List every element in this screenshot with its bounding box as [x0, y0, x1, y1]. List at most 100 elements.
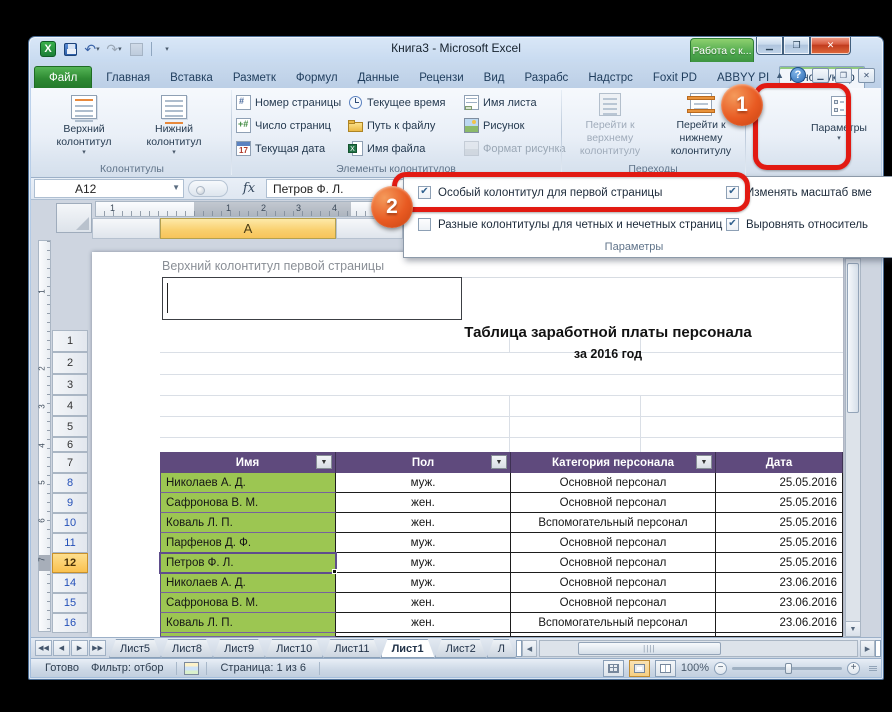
- cell-sex[interactable]: муж.: [336, 553, 511, 573]
- element-button-file-path[interactable]: Путь к файлу: [348, 116, 435, 135]
- normal-view-button[interactable]: [603, 660, 624, 677]
- help-icon[interactable]: ?: [790, 67, 806, 83]
- row-header-7[interactable]: 7: [52, 452, 88, 473]
- sheet-tab-лист1[interactable]: Лист1: [381, 639, 435, 658]
- go-to-header-button[interactable]: Перейти к верхнему колонтитулу: [564, 92, 656, 158]
- cell-date[interactable]: 23.06.2016: [716, 613, 843, 633]
- cell-sex[interactable]: муж.: [336, 473, 511, 493]
- tab-рецензи[interactable]: Рецензи: [409, 66, 473, 88]
- cell-category[interactable]: Основной персонал: [511, 593, 716, 613]
- sheet-tab-лист9[interactable]: Лист9: [213, 639, 265, 658]
- tab-вид[interactable]: Вид: [474, 66, 515, 88]
- checkbox-align-with-margins[interactable]: Выровнять относитель: [726, 218, 868, 231]
- row-header-6[interactable]: 6: [52, 437, 88, 452]
- chevron-down-icon[interactable]: ▼: [172, 183, 180, 192]
- tab-разметк[interactable]: Разметк: [223, 66, 286, 88]
- scroll-down-button[interactable]: ▼: [846, 621, 860, 636]
- table-column-header-3[interactable]: Категория персонала▼: [511, 452, 716, 473]
- header-button[interactable]: Верхний колонтитул ▾: [44, 92, 124, 158]
- sheet-tab-лист10[interactable]: Лист10: [265, 639, 323, 658]
- element-button-current-date[interactable]: 17Текущая дата: [236, 139, 325, 158]
- cell-sex[interactable]: жен.: [336, 613, 511, 633]
- table-column-header-2[interactable]: Пол▼: [336, 452, 511, 473]
- element-button-picture[interactable]: Рисунок: [464, 116, 525, 135]
- tab-формул[interactable]: Формул: [286, 66, 348, 88]
- row-header-8[interactable]: 8: [52, 473, 88, 493]
- cell-date[interactable]: 23.06.2016: [716, 573, 843, 593]
- tab-данные[interactable]: Данные: [348, 66, 410, 88]
- zoom-slider[interactable]: [732, 667, 842, 670]
- row-header-2[interactable]: 2: [52, 352, 88, 374]
- scrollbar-thumb[interactable]: ||||: [578, 642, 721, 655]
- cell-sex[interactable]: жен.: [336, 493, 511, 513]
- element-button-page-number[interactable]: #Номер страницы: [236, 93, 341, 112]
- table-column-header-1[interactable]: Имя▼: [160, 452, 336, 473]
- workbook-restore-button[interactable]: ❐: [835, 68, 852, 83]
- cell-category[interactable]: Основной персонал: [511, 473, 716, 493]
- vertical-scrollbar[interactable]: ▼: [845, 258, 861, 637]
- element-button-picture-format[interactable]: Формат рисунка: [464, 139, 566, 158]
- cell-sex[interactable]: жен.: [336, 513, 511, 533]
- first-sheet-icon[interactable]: ◀◀: [35, 640, 52, 656]
- column-header-A[interactable]: A: [160, 218, 336, 239]
- workbook-minimize-button[interactable]: ▁: [812, 68, 829, 83]
- cell-name[interactable]: Коваль Л. П.: [160, 613, 336, 633]
- collapse-ribbon-icon[interactable]: ▲: [775, 70, 784, 80]
- cell-name[interactable]: Николаев А. Д.: [160, 473, 336, 493]
- cell-name[interactable]: Коваль Л. П.: [160, 513, 336, 533]
- cell-category[interactable]: Вспомогательный персонал: [511, 513, 716, 533]
- footer-button[interactable]: Нижний колонтитул ▾: [134, 92, 214, 158]
- contextual-tab-header[interactable]: Работа с к...: [690, 38, 754, 62]
- maximize-button[interactable]: ❐: [783, 37, 810, 55]
- filter-dropdown-icon[interactable]: ▼: [491, 455, 507, 469]
- name-box[interactable]: A12 ▼: [34, 179, 184, 198]
- cell-name[interactable]: Николаев А. Д.: [160, 573, 336, 593]
- page-break-view-button[interactable]: [655, 660, 676, 677]
- cell-date[interactable]: 25.05.2016: [716, 473, 843, 493]
- pane-split-handle[interactable]: [875, 640, 881, 657]
- checkbox-different-odd-even[interactable]: Разные колонтитулы для четных и нечетных…: [418, 218, 722, 231]
- element-button-page-count[interactable]: +#Число страниц: [236, 116, 331, 135]
- row-header-9[interactable]: 9: [52, 493, 88, 513]
- sheet-tab-л[interactable]: Л: [487, 639, 516, 658]
- row-header-12[interactable]: 12: [52, 553, 88, 573]
- element-button-sheet-name[interactable]: Имя листа: [464, 93, 537, 112]
- zoom-out-button[interactable]: −: [714, 662, 727, 675]
- macro-record-icon[interactable]: [184, 662, 199, 675]
- tab-файл[interactable]: Файл: [34, 66, 92, 88]
- row-header-11[interactable]: 11: [52, 533, 88, 553]
- first-page-header-box[interactable]: [162, 277, 462, 320]
- tab-надстрс[interactable]: Надстрс: [578, 66, 643, 88]
- last-sheet-icon[interactable]: ▶▶: [89, 640, 106, 656]
- hscroll-left-button[interactable]: ◀: [522, 640, 537, 657]
- element-button-file-name[interactable]: XИмя файла: [348, 139, 425, 158]
- cell-category[interactable]: Основной персонал: [511, 533, 716, 553]
- cell-name[interactable]: Сафронова В. М.: [160, 593, 336, 613]
- row-header-3[interactable]: 3: [52, 374, 88, 395]
- workbook-close-button[interactable]: ✕: [858, 68, 875, 83]
- row-header-1[interactable]: 1: [52, 330, 88, 352]
- sheet-tab-лист8[interactable]: Лист8: [161, 639, 213, 658]
- cell-date[interactable]: 25.05.2016: [716, 533, 843, 553]
- row-header-15[interactable]: 15: [52, 593, 88, 613]
- insert-function-button[interactable]: fx: [232, 178, 266, 199]
- cell-category[interactable]: Вспомогательный персонал: [511, 613, 716, 633]
- sheet-tab-лист2[interactable]: Лист2: [435, 639, 487, 658]
- close-button[interactable]: ✕: [810, 37, 851, 55]
- tab-вставка[interactable]: Вставка: [160, 66, 223, 88]
- row-header-16[interactable]: 16: [52, 613, 88, 633]
- element-button-current-time[interactable]: Текущее время: [348, 93, 445, 112]
- cell-category[interactable]: Основной персонал: [511, 573, 716, 593]
- select-all-button[interactable]: [56, 203, 92, 233]
- row-header-4[interactable]: 4: [52, 395, 88, 416]
- cell-date[interactable]: 23.06.2016: [716, 593, 843, 613]
- table-column-header-4[interactable]: Дата: [716, 452, 843, 473]
- sheet-tab-лист11[interactable]: Лист11: [323, 639, 380, 658]
- sheet-tab-лист5[interactable]: Лист5: [109, 639, 161, 658]
- tab-разрабс[interactable]: Разрабс: [514, 66, 578, 88]
- cell-category[interactable]: Основной персонал: [511, 553, 716, 573]
- tab-foxit-pd[interactable]: Foxit PD: [643, 66, 707, 88]
- row-header-14[interactable]: 14: [52, 573, 88, 593]
- tab-главная[interactable]: Главная: [96, 66, 160, 88]
- prev-sheet-icon[interactable]: ◀: [53, 640, 70, 656]
